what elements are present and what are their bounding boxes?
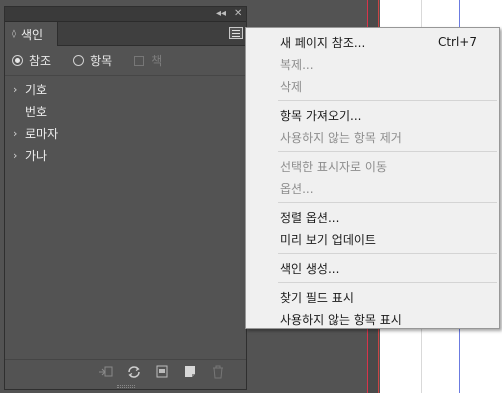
radio-topic-label: 항목 [90, 54, 113, 68]
list-item-label: 로마자 [25, 126, 59, 141]
radio-topic[interactable]: 항목 [73, 52, 112, 69]
menu-item-label: 항목 가져오기... [280, 108, 362, 123]
close-panel-icon[interactable]: ✕ [234, 8, 242, 20]
list-item-label: 가나 [25, 148, 48, 163]
menu-item[interactable]: 새 페이지 참조... Ctrl+7 [246, 31, 499, 53]
index-panel: ◂◂ ✕ ◊ 색인 참조 항목 책 › 기호 번호 › 로마자 › 가나 [4, 6, 247, 390]
menu-separator [278, 253, 497, 254]
menu-item-label: 색인 생성... [280, 261, 340, 276]
list-item[interactable]: 번호 [5, 100, 246, 122]
menu-item: 삭제 [246, 75, 499, 97]
radio-dot-selected[interactable] [12, 55, 23, 66]
menu-item-label: 삭제 [280, 79, 303, 94]
refresh-icon[interactable] [126, 365, 142, 379]
new-entry-icon[interactable] [182, 365, 198, 379]
expand-arrow-icon[interactable]: › [13, 127, 25, 140]
list-item-label: 번호 [25, 104, 48, 119]
panel-footer-toolbar [5, 359, 246, 383]
new-page-icon[interactable] [154, 365, 170, 379]
radio-reference-label: 참조 [29, 54, 52, 68]
menu-item-label: 새 페이지 참조... [280, 35, 366, 50]
menu-item-label: 사용하지 않는 항목 표시 [280, 312, 402, 327]
list-item[interactable]: › 로마자 [5, 122, 246, 144]
menu-item-label: 복제... [280, 57, 314, 72]
menu-item-label: 미리 보기 업데이트 [280, 232, 376, 247]
menu-separator [278, 151, 497, 152]
book-checkbox[interactable]: 책 [134, 52, 162, 69]
radio-dot[interactable] [73, 55, 85, 66]
tab-index[interactable]: ◊ 색인 [5, 22, 58, 46]
menu-item: 사용하지 않는 항목 제거 [246, 126, 499, 148]
menu-item-shortcut: Ctrl+7 [437, 35, 477, 49]
menu-item[interactable]: 항목 가져오기... [246, 104, 499, 126]
panel-title-bar[interactable]: ◂◂ ✕ [5, 7, 246, 22]
panel-flyout-menu: 새 페이지 참조... Ctrl+7 복제... 삭제항목 가져오기... 사용하지 않… [245, 27, 500, 329]
tab-expand-icon[interactable]: ◊ [12, 30, 16, 38]
checkbox-box[interactable] [134, 55, 145, 66]
menu-item-label: 선택한 표시자로 이동 [280, 159, 387, 174]
go-to-topic-icon[interactable] [98, 365, 114, 379]
menu-item-label: 정렬 옵션... [280, 210, 340, 225]
menu-item-label: 옵션... [280, 181, 314, 196]
trash-icon[interactable] [210, 365, 226, 379]
menu-item: 옵션... [246, 177, 499, 199]
menu-item-label: 찾기 필드 표시 [280, 290, 354, 305]
expand-arrow-icon[interactable]: › [13, 149, 25, 162]
list-item-label: 기호 [25, 82, 48, 97]
list-item[interactable]: › 가나 [5, 144, 246, 166]
collapse-panel-icon[interactable]: ◂◂ [216, 8, 226, 20]
index-section-list: › 기호 번호 › 로마자 › 가나 [5, 76, 246, 166]
expand-arrow-icon[interactable]: › [13, 83, 25, 96]
menu-item[interactable]: 미리 보기 업데이트 [246, 228, 499, 250]
panel-menu-button[interactable] [229, 27, 243, 39]
menu-item: 선택한 표시자로 이동 [246, 155, 499, 177]
menu-separator [278, 282, 497, 283]
menu-separator [278, 202, 497, 203]
menu-separator [278, 100, 497, 101]
book-checkbox-label: 책 [151, 54, 163, 68]
resize-grip[interactable] [117, 385, 135, 388]
radio-reference[interactable]: 참조 [12, 52, 51, 69]
menu-item[interactable]: 찾기 필드 표시 [246, 286, 499, 308]
menu-item[interactable]: 사용하지 않는 항목 표시 [246, 308, 499, 330]
menu-item: 복제... [246, 53, 499, 75]
mode-selector: 참조 항목 책 [5, 46, 246, 76]
tab-label: 색인 [20, 27, 44, 42]
menu-item-label: 사용하지 않는 항목 제거 [280, 130, 402, 145]
list-item[interactable]: › 기호 [5, 78, 246, 100]
menu-item[interactable]: 정렬 옵션... [246, 206, 499, 228]
menu-item[interactable]: 색인 생성... [246, 257, 499, 279]
panel-tab-row: ◊ 색인 [5, 22, 246, 46]
